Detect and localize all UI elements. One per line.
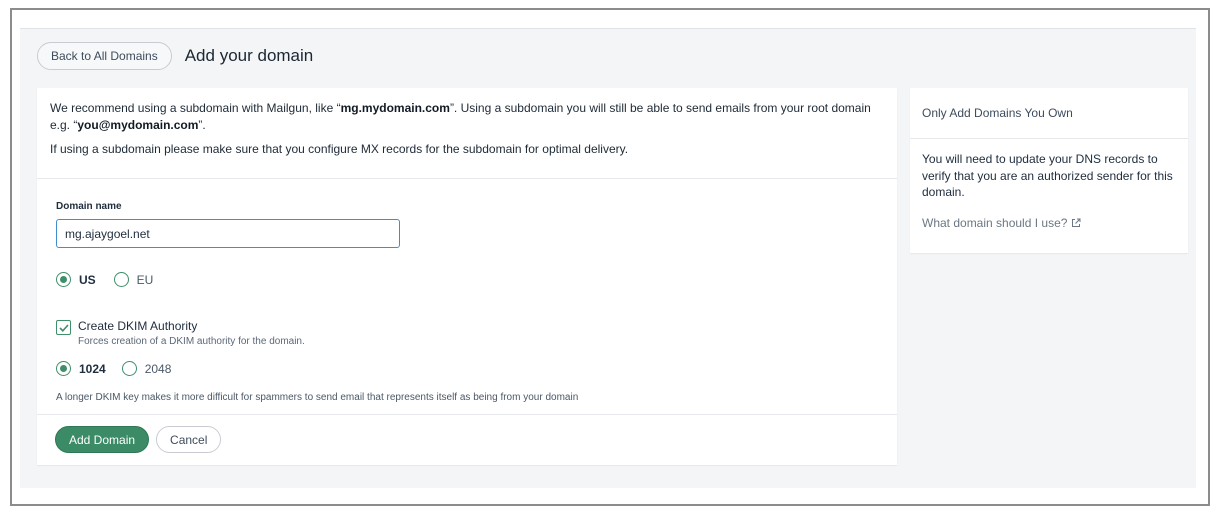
key-length-radio-group: 1024 2048	[56, 361, 189, 376]
example-subdomain: mg.mydomain.com	[340, 101, 450, 115]
dkim-checkbox[interactable]	[56, 320, 71, 335]
domain-name-input[interactable]	[56, 219, 400, 248]
side-card-divider	[910, 138, 1188, 139]
page-header: Back to All Domains Add your domain	[37, 41, 313, 71]
intro-text: We recommend using a subdomain with Mail…	[37, 88, 897, 158]
window-frame: Back to All Domains Add your domain We r…	[10, 8, 1210, 506]
actions-divider	[37, 414, 897, 415]
key-option-2048[interactable]: 2048	[121, 361, 171, 376]
region-radio-group: US EU	[56, 272, 171, 287]
what-domain-link[interactable]: What domain should I use?	[922, 216, 1081, 230]
dkim-checkbox-label: Create DKIM Authority	[78, 319, 198, 333]
external-link-icon	[1071, 218, 1081, 228]
region-option-us[interactable]: US	[56, 272, 96, 287]
radio-selected-icon[interactable]	[56, 272, 71, 287]
radio-selected-icon[interactable]	[56, 361, 71, 376]
page-container: Back to All Domains Add your domain We r…	[20, 28, 1196, 488]
key-option-1024[interactable]: 1024	[56, 361, 106, 376]
intro-divider	[37, 178, 897, 179]
intro-paragraph-subdomain: We recommend using a subdomain with Mail…	[50, 101, 871, 132]
dkim-key-help-text: A longer DKIM key makes it more difficul…	[56, 392, 579, 403]
intro-paragraph-mx: If using a subdomain please make sure th…	[50, 142, 629, 156]
form-actions: Add Domain Cancel	[55, 426, 222, 453]
radio-unselected-icon[interactable]	[113, 272, 129, 287]
dkim-authority-option: Create DKIM Authority Forces creation of…	[56, 319, 305, 347]
region-option-eu[interactable]: EU	[113, 272, 153, 287]
side-card-title: Only Add Domains You Own	[922, 106, 1073, 120]
cancel-button[interactable]: Cancel	[156, 426, 222, 453]
add-domain-button[interactable]: Add Domain	[55, 426, 150, 453]
side-card-body: You will need to update your DNS records…	[922, 152, 1173, 199]
example-email: you@mydomain.com	[77, 118, 199, 132]
back-to-domains-button[interactable]: Back to All Domains	[37, 42, 172, 70]
radio-unselected-icon[interactable]	[121, 361, 137, 376]
checkmark-icon	[58, 323, 69, 332]
dkim-checkbox-description: Forces creation of a DKIM authority for …	[78, 336, 305, 347]
add-domain-form-card: We recommend using a subdomain with Mail…	[37, 88, 897, 465]
info-side-card: Only Add Domains You Own You will need t…	[910, 88, 1188, 253]
domain-name-label: Domain name	[56, 201, 122, 212]
page-title: Add your domain	[184, 46, 314, 65]
